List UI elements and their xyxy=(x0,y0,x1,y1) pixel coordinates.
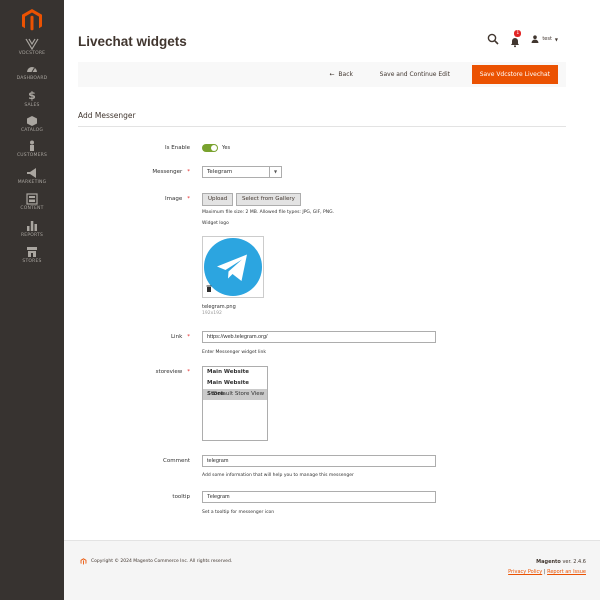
sidebar-item-vdcstore[interactable]: VDCSTORE xyxy=(0,38,64,56)
link-input[interactable] xyxy=(202,331,436,343)
sidebar-item-content[interactable]: CONTENT xyxy=(0,193,64,211)
megaphone-icon xyxy=(27,168,36,178)
required-mark: * xyxy=(187,169,190,175)
notification-badge: 1 xyxy=(514,30,522,37)
user-icon xyxy=(531,35,539,43)
sidebar-item-dashboard[interactable]: DASHBOARD xyxy=(0,63,64,81)
sidebar-item-customers[interactable]: CUSTOMERS xyxy=(0,140,64,158)
person-icon xyxy=(30,140,34,151)
magento-logo xyxy=(80,558,87,565)
admin-sidebar: VDCSTORE DASHBOARD $ SALES CATALOG CUSTO… xyxy=(0,0,64,600)
page-footer: Copyright © 2024 Magento Commerce Inc. A… xyxy=(64,540,600,600)
required-mark: * xyxy=(187,196,190,202)
sidebar-item-label: DASHBOARD xyxy=(16,76,48,81)
cube-icon xyxy=(27,116,37,126)
image-filename[interactable]: telegram.png xyxy=(202,304,236,310)
sidebar-item-catalog[interactable]: CATALOG xyxy=(0,115,64,133)
storeview-option[interactable]: Main Website Store xyxy=(203,378,267,397)
required-mark: * xyxy=(187,369,190,375)
required-mark: * xyxy=(187,334,190,340)
image-file-note: Maximum file size: 2 MB. Allowed file ty… xyxy=(202,210,335,215)
chevron-down-icon: ▼ xyxy=(269,167,281,177)
sidebar-item-label: REPORTS xyxy=(20,233,44,238)
link-note: Enter Messenger widget link xyxy=(202,350,266,355)
messenger-select[interactable]: Telegram ▼ xyxy=(202,166,282,178)
tooltip-input[interactable] xyxy=(202,491,436,503)
link-label: Link * xyxy=(170,334,190,340)
telegram-logo-icon xyxy=(204,238,262,296)
image-dimensions: 192x192 xyxy=(202,311,222,316)
messenger-label: Messenger * xyxy=(152,169,190,175)
is-enable-toggle[interactable] xyxy=(202,144,218,152)
sidebar-item-reports[interactable]: REPORTS xyxy=(0,220,64,238)
comment-input[interactable] xyxy=(202,455,436,467)
sidebar-item-label: CONTENT xyxy=(20,206,44,211)
section-divider xyxy=(78,126,566,127)
sidebar-item-label: CATALOG xyxy=(20,128,44,133)
sidebar-item-stores[interactable]: STORES xyxy=(0,246,64,264)
back-button-label: Back xyxy=(338,71,353,78)
is-enable-value: Yes xyxy=(222,145,231,151)
user-name: test xyxy=(542,36,552,42)
comment-label: Comment xyxy=(163,458,190,464)
section-title: Add Messenger xyxy=(78,111,136,120)
sidebar-item-marketing[interactable]: MARKETING xyxy=(0,167,64,185)
page-actions-bar: ← Back Save and Continue Edit Save Vdcst… xyxy=(78,62,566,87)
sidebar-item-label: CUSTOMERS xyxy=(16,153,48,158)
vdcstore-icon xyxy=(25,38,39,50)
is-enable-label: Is Enable xyxy=(165,145,190,151)
storeview-multiselect[interactable]: Main Website Main Website Store Default … xyxy=(202,366,268,441)
sidebar-item-label: SALES xyxy=(24,103,40,108)
header-actions: 1 test ▼ xyxy=(487,30,558,48)
image-label: Image * xyxy=(165,196,190,202)
footer-separator: | xyxy=(543,569,546,575)
save-button[interactable]: Save Vdcstore Livechat xyxy=(471,65,558,84)
image-caption: Widget logo xyxy=(202,221,229,226)
storeview-option-selected[interactable]: Default Store View xyxy=(203,389,267,400)
storeview-label: storeview * xyxy=(155,369,190,375)
dollar-icon: $ xyxy=(28,89,36,102)
privacy-policy-link[interactable]: Privacy Policy xyxy=(508,569,542,575)
bar-chart-icon xyxy=(27,221,37,231)
trash-icon[interactable] xyxy=(206,285,212,292)
dashboard-icon xyxy=(27,67,37,73)
tooltip-label: tooltip xyxy=(172,494,190,500)
save-continue-button[interactable]: Save and Continue Edit xyxy=(380,71,450,78)
search-icon[interactable] xyxy=(487,33,499,45)
copyright-text: Copyright © 2024 Magento Commerce Inc. A… xyxy=(91,559,233,564)
select-from-gallery-button[interactable]: Select from Gallery xyxy=(236,193,301,206)
arrow-left-icon: ← xyxy=(329,71,335,78)
comment-note: Add some information that will help you … xyxy=(202,473,354,478)
back-button[interactable]: ← Back xyxy=(330,71,353,78)
upload-button[interactable]: Upload xyxy=(202,193,234,206)
tooltip-note: Set a tooltip for messenger icon xyxy=(202,510,275,515)
layout-icon xyxy=(26,193,38,205)
sidebar-item-sales[interactable]: $ SALES xyxy=(0,89,64,109)
report-issue-link[interactable]: Report an Issue xyxy=(547,569,586,575)
user-menu[interactable]: test ▼ xyxy=(531,35,558,43)
bell-icon xyxy=(511,38,520,48)
store-icon xyxy=(27,247,37,257)
magento-logo[interactable] xyxy=(20,8,44,32)
sidebar-item-label: VDCSTORE xyxy=(18,51,46,56)
sidebar-item-label: MARKETING xyxy=(17,180,47,185)
messenger-selected-value: Telegram xyxy=(207,169,233,175)
storeview-option[interactable]: Main Website xyxy=(203,367,267,378)
version-text: Magento ver. 2.4.6 xyxy=(536,559,586,565)
page-title: Livechat widgets xyxy=(78,34,187,49)
chevron-down-icon: ▼ xyxy=(554,36,558,42)
sidebar-item-label: STORES xyxy=(22,259,42,264)
notifications-button[interactable]: 1 xyxy=(509,30,522,48)
footer-links: Privacy Policy | Report an Issue xyxy=(508,569,586,575)
